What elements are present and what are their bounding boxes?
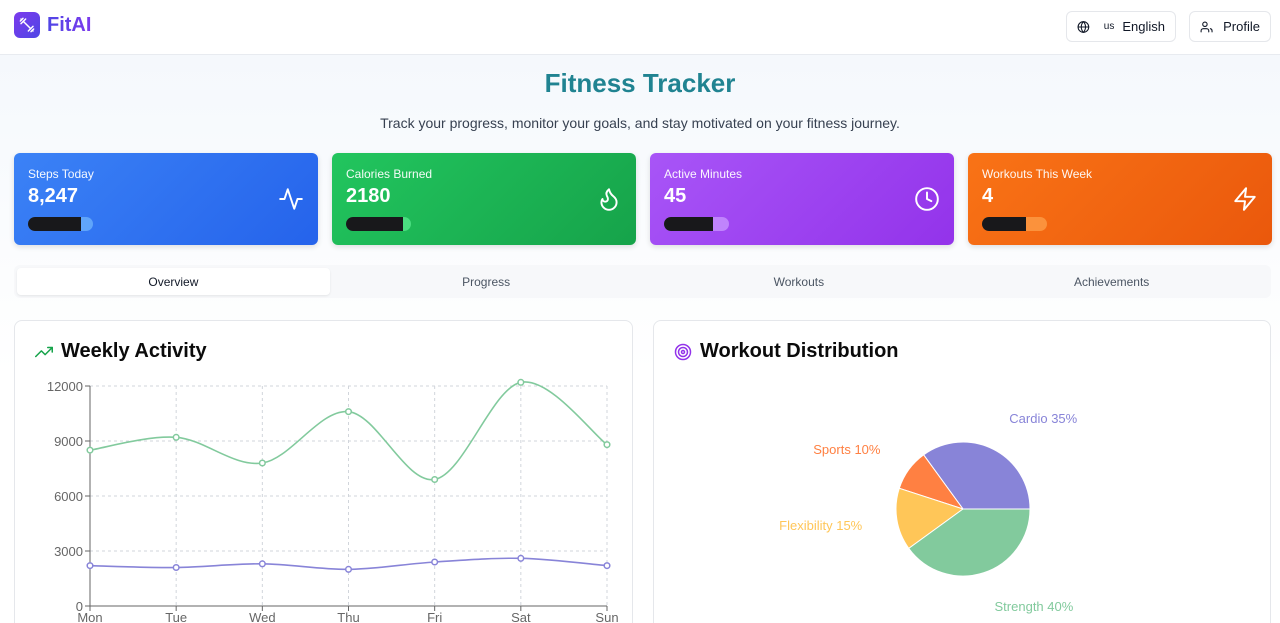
y-tick-label: 3000 <box>54 544 83 559</box>
data-point[interactable] <box>86 562 94 570</box>
y-tick-label: 9000 <box>54 434 83 449</box>
pie-label-flexibility: Flexibility 15% <box>779 518 863 533</box>
x-tick-label: Tue <box>165 610 187 623</box>
stat-card-workouts: Workouts This Week 4 <box>968 153 1272 245</box>
pie-label-sports: Sports 10% <box>813 442 881 457</box>
data-point[interactable] <box>344 408 353 416</box>
brand-logo[interactable]: FitAI <box>14 12 91 38</box>
data-point[interactable] <box>258 459 266 467</box>
stat-value: 45 <box>664 185 687 207</box>
language-code: us <box>1103 21 1115 32</box>
stat-label: Steps Today <box>28 167 94 181</box>
stat-card-steps: Steps Today 8,247 <box>14 153 318 245</box>
stat-card-active-minutes: Active Minutes 45 <box>650 153 954 245</box>
chart-grid <box>89 385 608 607</box>
profile-label: Profile <box>1223 19 1260 34</box>
progress-fill <box>28 217 82 231</box>
language-label: English <box>1122 19 1165 34</box>
progress-bar <box>346 217 411 231</box>
stat-card-calories: Calories Burned 2180 <box>332 153 636 245</box>
y-tick-label: 12000 <box>47 379 83 394</box>
y-tick-label: 6000 <box>54 489 83 504</box>
workout-distribution-panel: Workout Distribution Cardio 35% Sports 10… <box>653 320 1271 623</box>
language-selector[interactable]: us English <box>1066 11 1176 42</box>
tab-progress[interactable]: Progress <box>330 268 643 295</box>
data-point[interactable] <box>517 554 525 562</box>
page-title: Fitness Tracker <box>544 68 736 98</box>
dumbbell-icon <box>14 12 40 38</box>
pie-label-strength: Strength 40% <box>995 599 1074 614</box>
globe-icon <box>1077 20 1090 33</box>
progress-bar <box>664 217 729 231</box>
progress-bar <box>982 217 1047 231</box>
weekly-activity-chart: 030006000900012000Mon Tue Wed Thu Fri Sat Sun <box>47 378 619 623</box>
data-point[interactable] <box>603 562 611 570</box>
clock-icon <box>915 187 939 211</box>
weekly-activity-panel: Weekly Activity 0 3000 6000 9000 12000 Mon Tue… <box>14 320 633 623</box>
progress-fill <box>346 217 403 231</box>
top-bar: FitAI us English Profile <box>0 0 1280 55</box>
data-point[interactable] <box>258 560 266 568</box>
progress-fill <box>664 217 713 231</box>
activity-icon <box>279 188 303 210</box>
x-tick-label: Mon <box>77 610 102 623</box>
data-point[interactable] <box>86 446 94 454</box>
data-point[interactable] <box>172 433 180 441</box>
stat-label: Calories Burned <box>346 167 433 181</box>
data-point[interactable] <box>603 441 611 449</box>
progress-fill <box>982 217 1026 231</box>
x-tick-label: Thu <box>337 610 359 623</box>
data-point[interactable] <box>431 558 439 566</box>
data-point[interactable] <box>344 565 353 573</box>
tab-list: Overview Progress Workouts Achievements <box>14 265 1271 298</box>
pie-label-cardio: Cardio 35% <box>1009 411 1077 426</box>
data-point[interactable] <box>517 378 525 386</box>
stat-label: Workouts This Week <box>982 167 1093 181</box>
progress-bar <box>28 217 93 231</box>
flame-icon <box>600 188 618 211</box>
tab-achievements[interactable]: Achievements <box>955 268 1268 295</box>
stat-value: 4 <box>982 185 994 207</box>
x-tick-label: Sat <box>511 610 531 623</box>
tab-workouts[interactable]: Workouts <box>643 268 956 295</box>
workout-distribution-chart: Cardio 35% Sports 10% Flexibility 15% Stren… <box>779 411 1078 614</box>
x-tick-label: Sun <box>595 610 618 623</box>
users-icon <box>1200 21 1213 32</box>
stat-value: 8,247 <box>28 185 79 207</box>
stat-value: 2180 <box>346 185 391 207</box>
zap-icon <box>1234 187 1256 211</box>
profile-button[interactable]: Profile <box>1189 11 1271 42</box>
page-subtitle: Track your progress, monitor your goals,… <box>380 115 900 131</box>
tab-overview[interactable]: Overview <box>17 268 330 295</box>
data-point[interactable] <box>172 563 180 572</box>
series-1 <box>86 554 611 573</box>
data-point[interactable] <box>431 475 439 484</box>
stat-label: Active Minutes <box>664 167 743 181</box>
x-tick-label: Fri <box>427 610 442 623</box>
x-tick-label: Wed <box>249 610 276 623</box>
brand-name: FitAI <box>47 13 92 36</box>
